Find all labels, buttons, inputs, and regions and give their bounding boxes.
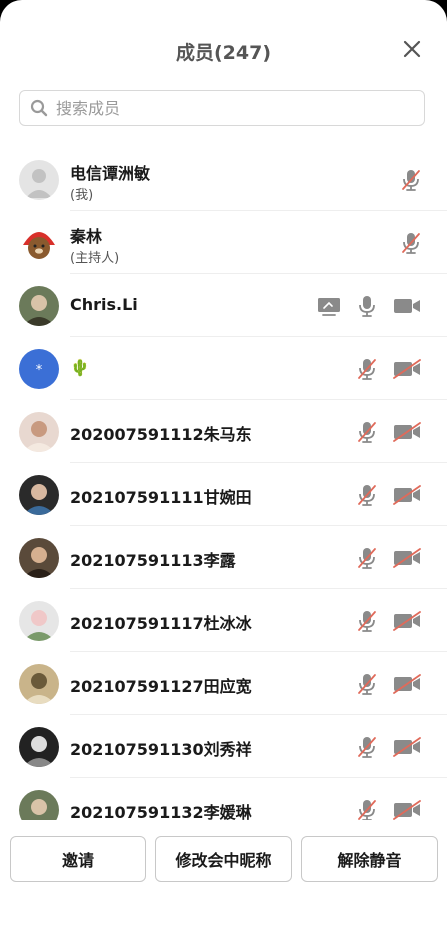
- unmute-all-button[interactable]: 解除静音: [301, 836, 438, 882]
- member-status-icons: [316, 274, 422, 337]
- member-name: 202007591112朱马东: [70, 425, 252, 444]
- mic-muted-icon: [356, 483, 378, 507]
- member-row[interactable]: 202107591127田应宽: [0, 652, 447, 715]
- members-panel: 成员(247) 电信谭洲敏 (我) 秦林 (主持人): [0, 0, 447, 930]
- member-row[interactable]: 202107591111甘婉田: [0, 463, 447, 526]
- member-name: 202107591127田应宽: [70, 677, 252, 696]
- member-role: (我): [70, 188, 94, 203]
- camera-off-icon: [392, 547, 422, 569]
- camera-off-icon: [392, 673, 422, 695]
- avatar: [19, 475, 59, 515]
- member-status-icons: [356, 778, 422, 820]
- member-name: 电信谭洲敏: [70, 164, 151, 183]
- camera-off-icon: [392, 421, 422, 443]
- member-role: (主持人): [70, 251, 120, 266]
- mic-muted-icon: [356, 798, 378, 820]
- member-status-icons: [356, 337, 422, 400]
- screen-share-icon: [316, 295, 342, 317]
- member-status-icons: [400, 211, 422, 274]
- mic-muted-icon: [356, 420, 378, 444]
- avatar: [19, 223, 59, 263]
- member-status-icons: [400, 148, 422, 211]
- member-name: 202107591113李露: [70, 551, 236, 570]
- camera-off-icon: [392, 610, 422, 632]
- avatar: *: [19, 349, 59, 389]
- avatar: [19, 664, 59, 704]
- member-row[interactable]: 202107591117杜冰冰: [0, 589, 447, 652]
- member-name: 202107591130刘秀祥: [70, 740, 252, 759]
- member-row[interactable]: 202107591130刘秀祥: [0, 715, 447, 778]
- member-status-icons: [356, 715, 422, 778]
- avatar: [19, 286, 59, 326]
- search-box[interactable]: [19, 90, 425, 126]
- member-name: 202107591117杜冰冰: [70, 614, 252, 633]
- member-status-icons: [356, 400, 422, 463]
- avatar: [19, 538, 59, 578]
- member-row[interactable]: 202007591112朱马东: [0, 400, 447, 463]
- member-row[interactable]: 202107591132李媛琳: [0, 778, 447, 820]
- member-name: 🌵: [70, 358, 90, 377]
- avatar: [19, 160, 59, 200]
- search-icon: [30, 99, 48, 117]
- member-status-icons: [356, 589, 422, 652]
- member-name: 秦林: [70, 227, 103, 246]
- member-status-icons: [356, 526, 422, 589]
- action-bar: 邀请 修改会中昵称 解除静音: [0, 826, 447, 930]
- member-row[interactable]: Chris.Li: [0, 274, 447, 337]
- member-row[interactable]: 秦林 (主持人): [0, 211, 447, 274]
- avatar: [19, 790, 59, 820]
- panel-header: 成员(247): [0, 0, 447, 90]
- camera-off-icon: [392, 799, 422, 821]
- mic-muted-icon: [400, 231, 422, 255]
- member-status-icons: [356, 463, 422, 526]
- search-input[interactable]: [54, 97, 398, 119]
- member-row[interactable]: * 🌵: [0, 337, 447, 400]
- member-name: Chris.Li: [70, 295, 138, 314]
- member-status-icons: [356, 652, 422, 715]
- camera-off-icon: [392, 736, 422, 758]
- close-icon: [403, 40, 421, 58]
- mic-muted-icon: [356, 672, 378, 696]
- mic-muted-icon: [356, 357, 378, 381]
- member-row[interactable]: 202107591113李露: [0, 526, 447, 589]
- close-button[interactable]: [399, 36, 425, 62]
- member-name: 202107591111甘婉田: [70, 488, 252, 507]
- rename-button[interactable]: 修改会中昵称: [155, 836, 292, 882]
- camera-off-icon: [392, 358, 422, 380]
- mic-muted-icon: [356, 609, 378, 633]
- invite-button[interactable]: 邀请: [10, 836, 146, 882]
- camera-off-icon: [392, 484, 422, 506]
- avatar: [19, 601, 59, 641]
- avatar: [19, 412, 59, 452]
- camera-icon: [392, 295, 422, 317]
- mic-icon: [356, 294, 378, 318]
- member-list[interactable]: 电信谭洲敏 (我) 秦林 (主持人) Chris.Li * 🌵 20200759…: [0, 148, 447, 820]
- member-row[interactable]: 电信谭洲敏 (我): [0, 148, 447, 211]
- mic-muted-icon: [356, 735, 378, 759]
- mic-muted-icon: [400, 168, 422, 192]
- member-name: 202107591132李媛琳: [70, 803, 252, 820]
- page-title: 成员(247): [175, 42, 272, 64]
- avatar: [19, 727, 59, 767]
- mic-muted-icon: [356, 546, 378, 570]
- svg-text:*: *: [36, 363, 43, 378]
